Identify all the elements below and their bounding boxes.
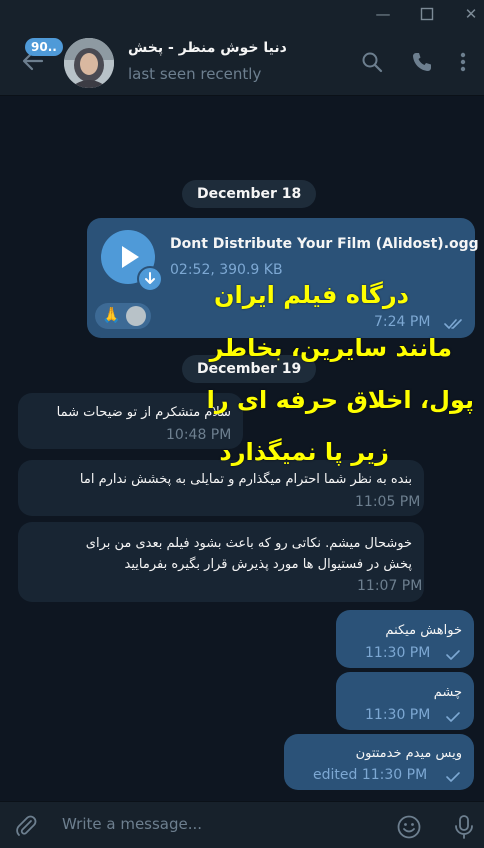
overlay-caption-line: پول، اخلاق حرفه ای را [206,386,474,414]
avatar[interactable] [64,38,114,88]
sent-check-icon [446,650,460,660]
message-composer: Write a message... [0,801,484,848]
message-text: چشم [433,685,462,700]
reaction-badge[interactable]: 🙏 [95,303,151,329]
voice-message-bubble[interactable]: Dont Distribute Your Film (Alidost).ogg … [87,218,479,338]
overlay-caption-line: زیر پا نمیگذارد [219,438,389,466]
incoming-message[interactable]: خوشحال میشم. نکاتی رو که باعث بشود فیلم … [18,522,424,602]
minimize-icon[interactable]: — [372,4,394,24]
read-check-icon [444,319,462,329]
message-text-line: پخش در فستیوال ها مورد پذیرش قرار بگیره … [124,557,412,572]
reaction-emoji: 🙏 [102,306,121,324]
search-icon[interactable] [360,50,384,74]
outgoing-message[interactable]: خواهش میکنم 11:30 PM [336,610,474,668]
message-text: بنده به نظر شما احترام میگذارم و تمایلی … [79,472,412,487]
sent-check-icon [446,712,460,722]
contact-status: last seen recently [128,65,262,83]
attach-icon[interactable] [14,814,38,838]
more-options-icon[interactable] [455,50,471,74]
message-time: 11:07 PM [357,578,423,594]
incoming-message[interactable]: بنده به نظر شما احترام میگذارم و تمایلی … [18,460,424,516]
download-icon[interactable] [137,266,163,292]
message-text: سلام متشکرم از تو ضیحات شما [56,405,231,420]
reactor-avatar [126,306,146,326]
date-separator: December 18 [182,180,317,208]
microphone-icon[interactable] [452,814,476,840]
outgoing-message[interactable]: ویس میدم خدمتتون edited 11:30 PM [284,734,474,790]
unread-count-badge: 90.. [25,38,63,56]
phone-icon[interactable] [410,50,434,74]
message-time: 11:30 PM [365,645,431,661]
sent-check-icon [446,772,460,782]
message-text: خواهش میکنم [385,623,462,638]
chat-header: 90.. دنیا خوش منظر - پخش last seen recen… [0,30,484,96]
message-time: 11:30 PM [365,707,431,723]
message-time: 7:24 PM [374,314,431,330]
voice-file-meta: 02:52, 390.9 KB [170,262,283,278]
close-icon[interactable]: ✕ [460,4,482,24]
message-input[interactable]: Write a message... [62,815,202,833]
outgoing-message[interactable]: چشم 11:30 PM [336,672,474,730]
message-time: edited 11:30 PM [313,767,428,783]
message-text: ویس میدم خدمتتون [355,746,462,761]
overlay-caption-line: درگاه فیلم ایران [214,281,409,309]
message-time: 11:05 PM [355,494,421,510]
message-list[interactable]: December 18 Dont Distribute Your Film (A… [0,96,484,801]
emoji-icon[interactable] [396,814,422,840]
window-title-bar: — ✕ [0,0,484,30]
message-text-line: خوشحال میشم. نکاتی رو که باعث بشود فیلم … [85,536,412,551]
overlay-caption-line: مانند سایرین، بخاطر [209,334,452,362]
voice-file-name: Dont Distribute Your Film (Alidost).ogg [170,236,479,252]
maximize-icon[interactable] [416,4,438,24]
contact-name[interactable]: دنیا خوش منظر - پخش [128,40,287,56]
